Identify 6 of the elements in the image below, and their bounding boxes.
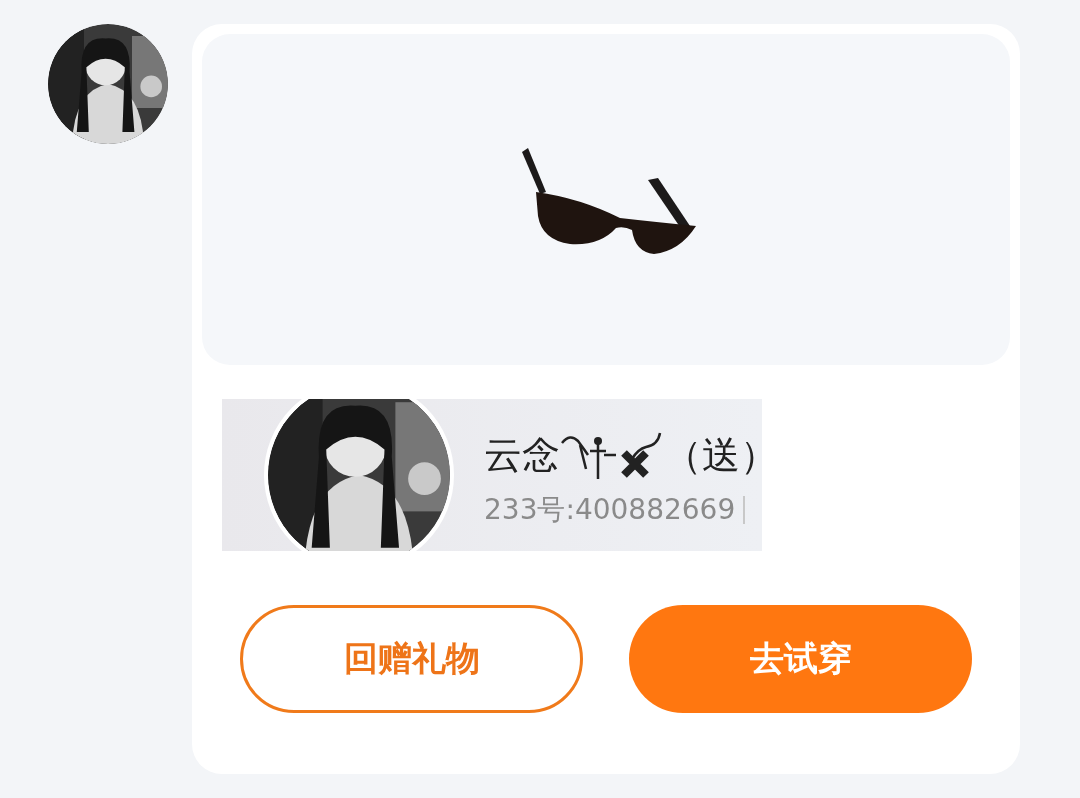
sender-id: 233号:400882669 [484, 492, 736, 528]
return-gift-button[interactable]: 回赠礼物 [240, 605, 583, 713]
sender-avatar[interactable] [264, 399, 454, 551]
try-on-button[interactable]: 去试穿 [629, 605, 972, 713]
sender-name: 云念 [484, 431, 560, 479]
gift-label: （送） [664, 431, 762, 479]
